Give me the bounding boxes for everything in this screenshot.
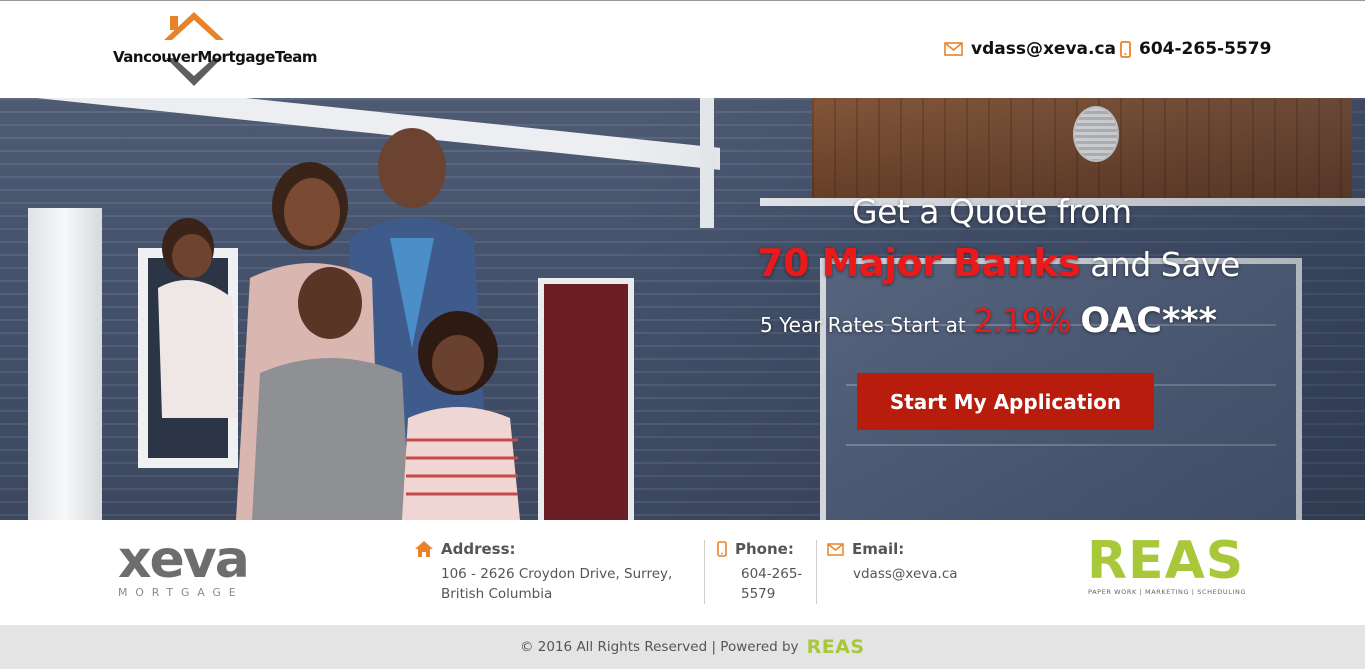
site-logo[interactable]: VancouverMortgageTeam	[112, 10, 322, 90]
hero-rate-value: 2.19%	[973, 302, 1072, 340]
email-value[interactable]: vdass@xeva.ca	[853, 564, 958, 584]
envelope-icon	[827, 542, 844, 556]
copyright-text: © 2016 All Rights Reserved | Powered by	[520, 639, 799, 655]
address-block: Address: 106 - 2626 Croydon Drive, Surre…	[415, 540, 691, 604]
email-label: Email:	[852, 540, 905, 558]
powered-by-reas-link[interactable]: REAS	[807, 636, 865, 658]
hero-heading-line2: 70 Major Banks and Save	[757, 241, 1240, 285]
envelope-icon	[944, 42, 963, 56]
divider	[704, 540, 705, 604]
email-block: Email: vdass@xeva.ca	[827, 540, 958, 584]
reas-logo-sub: PAPER WORK | MARKETING | SCHEDULING	[1088, 588, 1247, 596]
hero-save-text: and Save	[1090, 245, 1240, 284]
mobile-phone-icon	[717, 541, 727, 557]
footer-content: © 2016 All Rights Reserved | Powered by …	[520, 636, 865, 658]
hero-rate-text: 5 Year Rates Start at	[760, 313, 966, 337]
site-header: VancouverMortgageTeam vdass@xeva.ca 604-…	[0, 1, 1365, 98]
header-phone-text: 604-265-5579	[1139, 39, 1272, 59]
reas-logo[interactable]: REAS PAPER WORK | MARKETING | SCHEDULING	[1087, 531, 1246, 602]
start-application-button[interactable]: Start My Application	[857, 373, 1154, 430]
hero-rate-line: 5 Year Rates Start at 2.19% OAC***	[760, 301, 1217, 341]
family-photo	[158, 128, 520, 520]
site-footer: © 2016 All Rights Reserved | Powered by …	[0, 625, 1365, 669]
home-icon	[415, 541, 433, 557]
xeva-mortgage-logo[interactable]: xeva MORTGAGE	[118, 530, 278, 602]
reas-logo-word: REAS	[1087, 531, 1245, 591]
address-title: Address:	[415, 540, 691, 558]
info-strip: xeva MORTGAGE Address: 106 - 2626 Croydo…	[0, 520, 1365, 625]
hero-heading-line1: Get a Quote from	[852, 192, 1132, 231]
hero-banks-highlight: 70 Major Banks	[757, 241, 1081, 285]
header-phone[interactable]: 604-265-5579	[1120, 39, 1271, 59]
xeva-logo-sub: MORTGAGE	[118, 586, 244, 599]
phone-block: Phone: 604-265-5579	[717, 540, 803, 604]
phone-label: Phone:	[735, 540, 794, 558]
header-email[interactable]: vdass@xeva.ca	[944, 39, 1116, 59]
divider	[816, 540, 817, 604]
xeva-logo-word: xeva	[118, 530, 250, 590]
logo-text: VancouverMortgageTeam	[113, 48, 318, 66]
mobile-phone-icon	[1120, 40, 1131, 58]
hero-banner: Get a Quote from 70 Major Banks and Save …	[0, 98, 1365, 520]
address-label: Address:	[441, 540, 516, 558]
phone-value[interactable]: 604-265-5579	[741, 564, 803, 604]
header-email-text: vdass@xeva.ca	[971, 39, 1117, 59]
email-title: Email:	[827, 540, 958, 558]
hero-oac-text: OAC***	[1080, 301, 1217, 341]
address-value: 106 - 2626 Croydon Drive, Surrey, Britis…	[441, 566, 673, 602]
phone-title: Phone:	[717, 540, 803, 558]
